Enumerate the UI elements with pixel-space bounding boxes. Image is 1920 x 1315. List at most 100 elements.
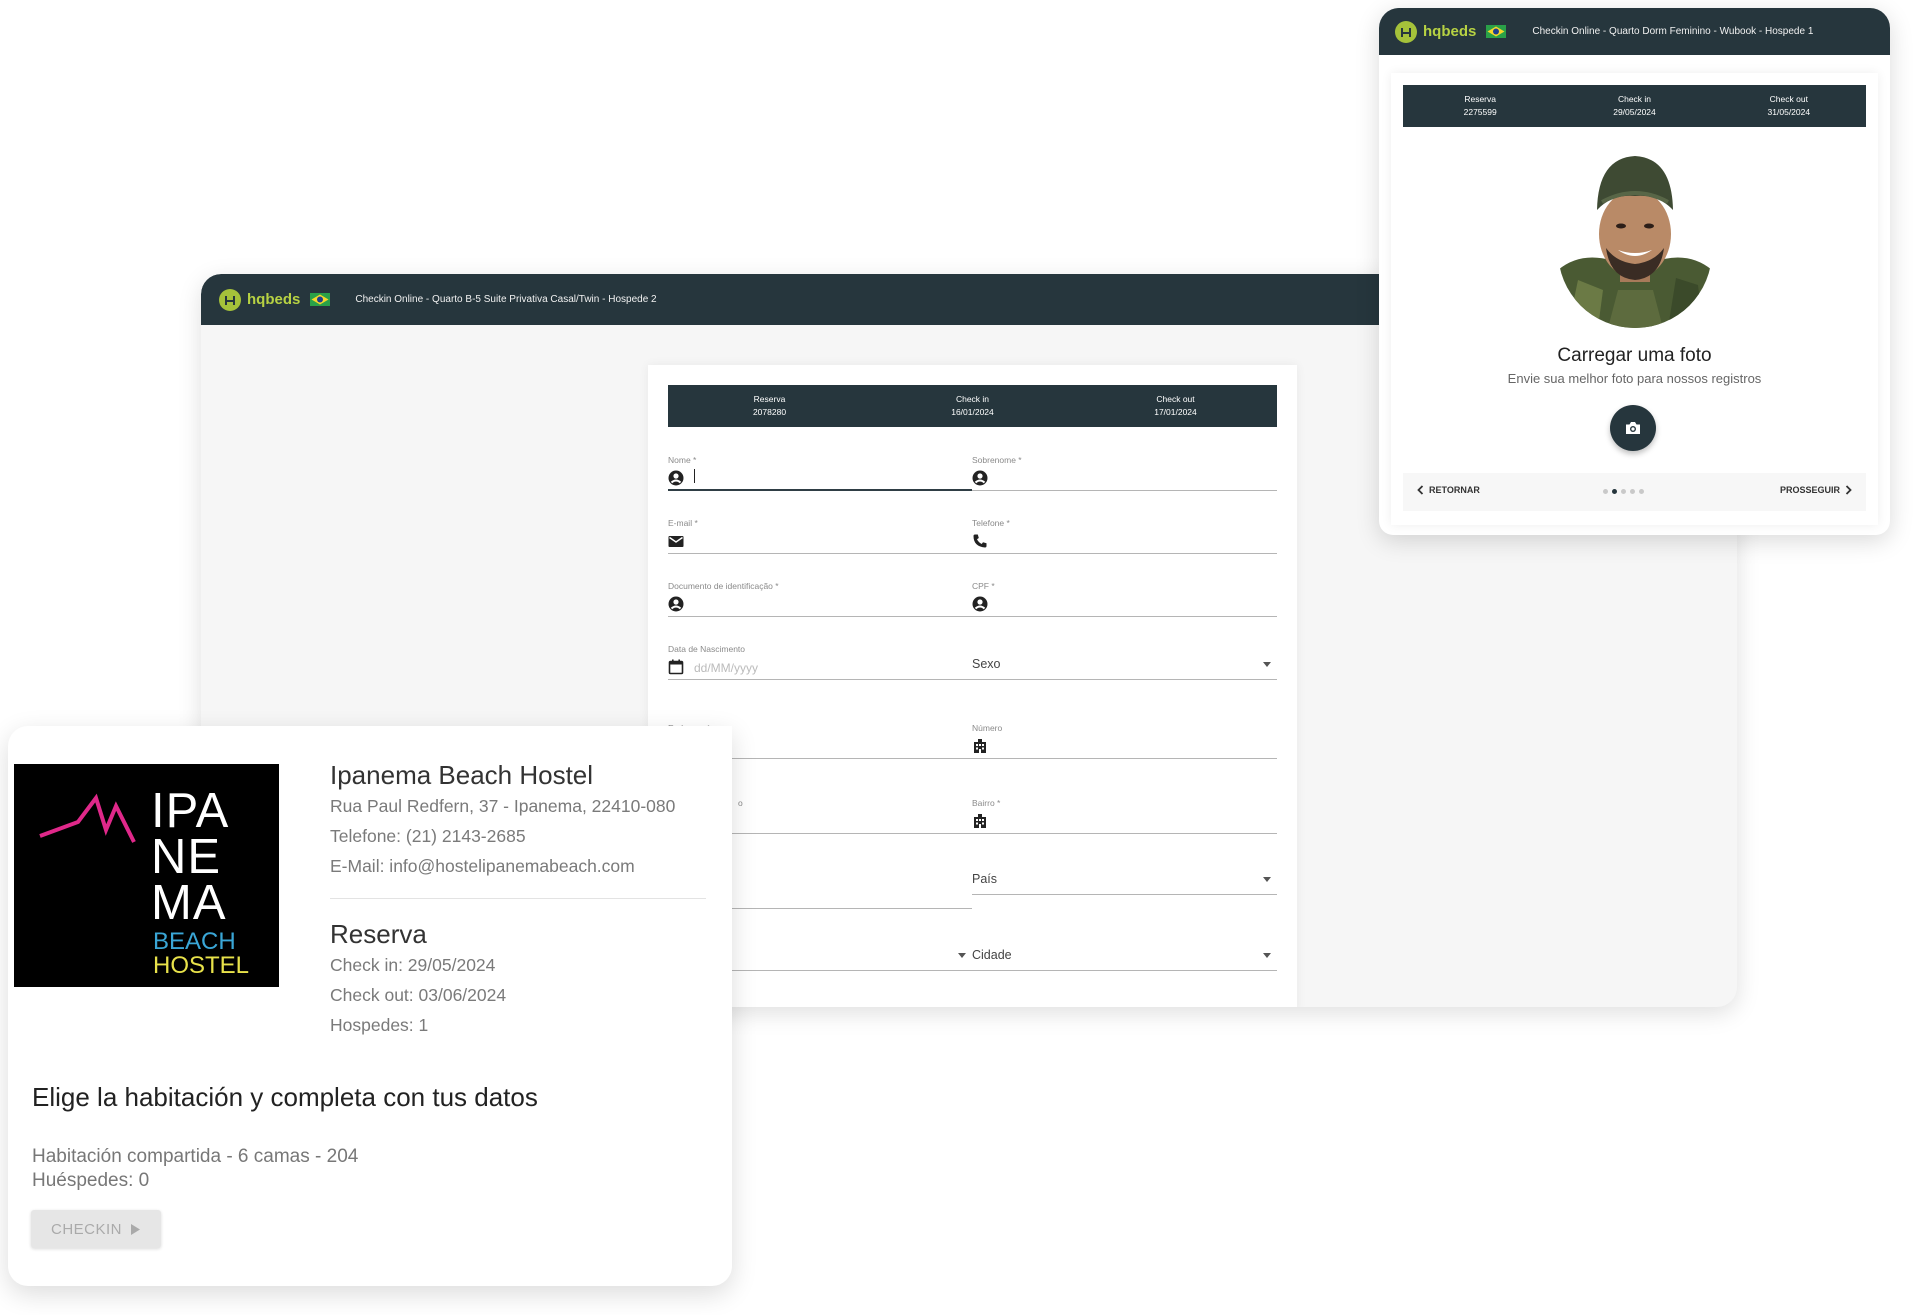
reservation-col: Reserva 2078280 [668, 385, 871, 427]
page-title: Checkin Online - Quarto B-5 Suite Privat… [355, 294, 657, 305]
country-select[interactable]: País [972, 859, 1277, 895]
person-icon [972, 596, 988, 612]
brazil-flag-icon[interactable] [310, 293, 331, 306]
number-label: Número [972, 723, 1003, 733]
id-document-label: Documento de identificação * [668, 581, 779, 591]
back-label: RETORNAR [1429, 485, 1480, 495]
reservation-label: Reserva [1464, 94, 1496, 104]
hostel-address: Rua Paul Redfern, 37 - Ipanema, 22410-08… [330, 796, 676, 816]
person-icon [668, 596, 684, 612]
city-select[interactable]: Cidade [972, 935, 1277, 971]
logo-word-3: MA [151, 876, 227, 930]
guest-count: Hospedes: 1 [330, 1015, 429, 1035]
person-icon [668, 470, 684, 486]
hostel-email: E-Mail: info@hostelipanemabeach.com [330, 856, 635, 876]
hostel-phone: Telefone: (21) 2143-2685 [330, 826, 526, 846]
next-button[interactable]: PROSSEGUIR [1780, 485, 1852, 495]
cpf-label: CPF * [972, 581, 995, 591]
neighborhood-label: Bairro * [972, 798, 1001, 808]
chevron-down-icon [1263, 662, 1271, 667]
neighborhood-field[interactable]: Bairro * [972, 798, 1277, 834]
step-dot [1621, 489, 1626, 494]
bed-icon [219, 288, 241, 311]
checkout-col: Check out 31/05/2024 [1712, 85, 1866, 127]
checkout-label: Check out [1769, 94, 1808, 104]
photo-upload-window: hqbeds Checkin Online - Quarto Dorm Femi… [1379, 8, 1890, 535]
next-label: PROSSEGUIR [1779, 485, 1840, 495]
phone-field[interactable]: Telefone * [972, 518, 1277, 554]
last-name-label: Sobrenome * [972, 455, 1022, 465]
birthdate-input[interactable]: dd/MM/yyyy [694, 661, 758, 675]
reservation-col: Reserva 2275599 [1403, 85, 1557, 127]
chevron-down-icon [1263, 953, 1271, 958]
email-label: E-mail * [668, 518, 698, 528]
upload-photo-subtitle: Envie sua melhor foto para nossos regist… [1507, 371, 1762, 386]
reservation-value: 2275599 [1463, 107, 1497, 117]
person-icon [972, 470, 988, 486]
step-indicator [1603, 489, 1644, 494]
room-description: Habitación compartida - 6 camas - 204 [32, 1146, 359, 1167]
ipanema-beach-hostel-logo: IPA NE MA BEACH HOSTEL [14, 764, 279, 987]
hostel-booking-card: IPA NE MA BEACH HOSTEL Ipanema Beach Hos… [8, 726, 732, 1286]
gender-select[interactable]: Sexo [972, 644, 1277, 680]
last-name-field[interactable]: Sobrenome * [972, 455, 1277, 491]
chevron-right-icon [1845, 485, 1852, 495]
phone-icon [972, 533, 988, 549]
step-dot [1603, 489, 1608, 494]
checkin-date: Check in: 29/05/2024 [330, 955, 496, 975]
guest-photo-avatar [1558, 150, 1712, 328]
back-button[interactable]: RETORNAR [1417, 485, 1480, 495]
birthdate-field[interactable]: Data de Nascimento dd/MM/yyyy [668, 644, 972, 680]
hqbeds-logo[interactable]: hqbeds [1395, 20, 1477, 43]
page-title: Checkin Online - Quarto Dorm Feminino - … [1532, 26, 1814, 37]
gender-label: Sexo [972, 657, 1001, 671]
brazil-flag-icon[interactable] [1486, 25, 1507, 38]
reservation-summary: Reserva 2078280 Check in 16/01/2024 Check … [668, 385, 1277, 427]
first-name-field[interactable]: Nome * [668, 455, 972, 491]
reservation-title: Reserva [330, 919, 427, 949]
checkin-label: Check in [955, 394, 990, 404]
camera-icon [1625, 421, 1641, 435]
hqbeds-logo[interactable]: hqbeds [219, 288, 301, 311]
checkout-value: 31/05/2024 [1767, 107, 1811, 117]
upload-photo-title: Carregar uma foto [1557, 345, 1712, 366]
logo-word-hostel: HOSTEL [153, 952, 250, 979]
camera-button[interactable] [1610, 405, 1656, 451]
logo-word-beach: BEACH [153, 928, 236, 955]
chevron-down-icon [958, 953, 966, 958]
calendar-icon [668, 659, 684, 675]
app-header: hqbeds Checkin Online - Quarto Dorm Femi… [1379, 8, 1890, 55]
logo-text: hqbeds [1423, 23, 1477, 40]
country-label: País [972, 872, 998, 886]
building-icon [972, 813, 988, 829]
number-field[interactable]: Número [972, 723, 1277, 759]
chevron-left-icon [1417, 485, 1424, 495]
birthdate-label: Data de Nascimento [668, 644, 746, 654]
step-dot-active [1612, 489, 1617, 494]
mail-icon [668, 533, 684, 549]
cpf-field[interactable]: CPF * [972, 581, 1277, 617]
form-card: Reserva 2078280 Check in 16/01/2024 Check … [648, 365, 1297, 1007]
hostel-name: Ipanema Beach Hostel [330, 760, 594, 790]
phone-label: Telefone * [972, 518, 1010, 528]
checkin-button[interactable]: CHECKIN [31, 1210, 161, 1248]
step-dot [1630, 489, 1635, 494]
city-label: Cidade [972, 948, 1012, 962]
checkin-col: Check in 29/05/2024 [1557, 85, 1711, 127]
text-cursor [694, 469, 695, 483]
room-guests: Huéspedes: 0 [32, 1170, 150, 1191]
logo-text: hqbeds [247, 291, 301, 308]
id-document-field[interactable]: Documento de identificação * [668, 581, 972, 617]
logo-word-1: IPA [151, 784, 230, 838]
email-field[interactable]: E-mail * [668, 518, 972, 554]
choose-room-title: Elige la habitación y completa con tus d… [32, 1082, 538, 1112]
checkin-button-label: CHECKIN [50, 1220, 122, 1238]
chevron-down-icon [1263, 877, 1271, 882]
complement-label: o [738, 798, 743, 808]
checkout-date: Check out: 03/06/2024 [330, 985, 507, 1005]
reservation-summary: Reserva 2275599 Check in 29/05/2024 Check … [1403, 85, 1866, 127]
play-arrow-icon [130, 1223, 141, 1236]
step-navigation: RETORNAR PROSSEGUIR [1403, 473, 1866, 511]
mountain-logo-icon [39, 793, 136, 843]
checkout-col: Check out 17/01/2024 [1074, 385, 1277, 427]
